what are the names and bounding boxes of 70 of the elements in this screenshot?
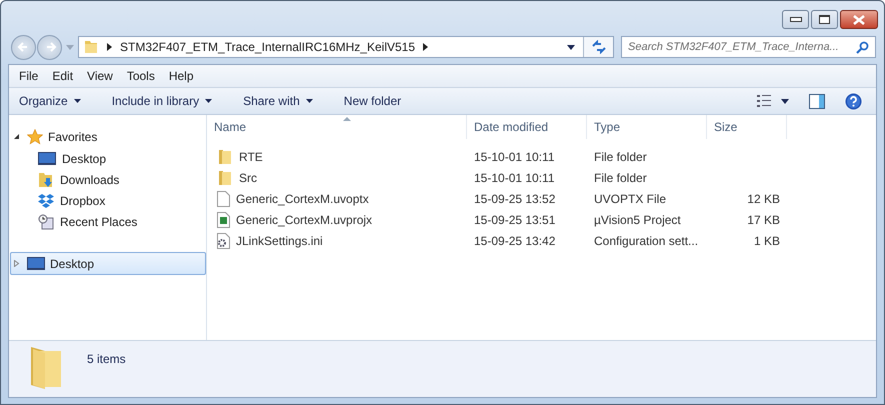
tree-item[interactable]: Dropbox	[9, 190, 206, 211]
folder-download-icon	[38, 172, 54, 188]
table-cell-text: 15-09-25 13:52	[473, 192, 556, 206]
menu-item[interactable]: File	[19, 69, 38, 83]
refresh-icon	[592, 40, 606, 54]
forward-button[interactable]	[37, 34, 62, 60]
table-cell-text: File folder	[593, 150, 648, 164]
table-cell: 12 KB	[747, 192, 780, 206]
chevron-icon[interactable]	[107, 43, 112, 51]
monitor-icon	[27, 256, 45, 270]
table-cell-text: UVOPTX File	[593, 192, 668, 206]
monitor-icon	[38, 152, 56, 166]
star-icon	[27, 128, 43, 144]
file-name[interactable]: Generic_CortexM.uvprojx	[236, 212, 372, 226]
table-cell-text: File folder	[593, 170, 648, 184]
item-count: 5 items	[87, 352, 126, 366]
document-icon	[217, 190, 230, 206]
chevron-icon[interactable]	[423, 43, 428, 51]
address-bar[interactable]: STM32F407_ETM_Trace_InternalIRC16MHz_KeilV515	[78, 36, 614, 58]
close-button[interactable]	[840, 10, 878, 29]
column-header[interactable]: Date modified	[467, 115, 587, 139]
search-icon	[856, 40, 869, 54]
recent-places-icon	[38, 214, 54, 230]
maximize-button[interactable]	[811, 10, 838, 29]
tree-item[interactable]: Desktop	[10, 252, 206, 275]
close-icon	[852, 14, 866, 24]
table-cell-text: 15-09-25 13:42	[473, 234, 556, 248]
project-file-icon	[217, 212, 230, 228]
file-name[interactable]: RTE	[239, 150, 263, 164]
toolbar-button[interactable]: Share with	[243, 94, 313, 108]
sort-arrow-icon	[343, 117, 351, 121]
column-header[interactable]: Type	[587, 115, 707, 139]
table-cell-text: 15-10-01 10:11	[473, 150, 556, 164]
view-list-icon[interactable]	[757, 95, 771, 107]
tree-item[interactable]: Favorites	[10, 125, 206, 148]
toolbar-button[interactable]: Include in library	[112, 94, 212, 108]
table-cell-text: 15-09-25 13:51	[473, 212, 556, 226]
back-button[interactable]	[11, 34, 36, 60]
folder-icon	[83, 39, 99, 55]
table-cell-text: Configuration sett...	[593, 234, 700, 248]
expander-icon[interactable]	[13, 133, 20, 140]
column-header[interactable]: Size	[707, 115, 787, 139]
breadcrumb[interactable]: STM32F407_ETM_Trace_InternalIRC16MHz_KeilV515	[120, 40, 416, 54]
folder-icon	[217, 148, 233, 164]
preview-pane-icon[interactable]	[809, 94, 825, 108]
table-cell-text: µVision5 Project	[593, 212, 682, 226]
search-field[interactable]: Search STM32F407_ETM_Trace_Interna...	[621, 36, 876, 58]
tree-item[interactable]: Desktop	[9, 148, 206, 169]
tree-item[interactable]: Downloads	[9, 169, 206, 190]
menu-item[interactable]: View	[87, 69, 113, 83]
dropdown-arrow-icon[interactable]	[781, 98, 789, 104]
file-name[interactable]: Src	[239, 170, 257, 184]
table-cell-text: 15-10-01 10:11	[473, 170, 556, 184]
file-name[interactable]: Generic_CortexM.uvoptx	[236, 192, 369, 206]
toolbar-button[interactable]: Organize	[19, 94, 81, 108]
table-cell: 1 KB	[754, 234, 780, 248]
table-cell: 17 KB	[747, 212, 780, 226]
settings-file-icon	[217, 232, 230, 248]
menu-item[interactable]: Help	[168, 69, 194, 83]
menu-item[interactable]: Tools	[126, 69, 155, 83]
dropdown-arrow-icon[interactable]	[567, 44, 575, 50]
toolbar-button[interactable]: New folder	[344, 94, 402, 108]
minimize-button[interactable]	[782, 10, 809, 29]
dropbox-icon	[38, 193, 54, 208]
tree-item[interactable]: Recent Places	[9, 211, 206, 232]
menu-item[interactable]: Edit	[52, 69, 74, 83]
file-name[interactable]: JLinkSettings.ini	[236, 234, 323, 248]
folder-icon	[217, 170, 233, 186]
refresh-button[interactable]	[583, 37, 613, 57]
help-icon[interactable]	[845, 92, 862, 110]
